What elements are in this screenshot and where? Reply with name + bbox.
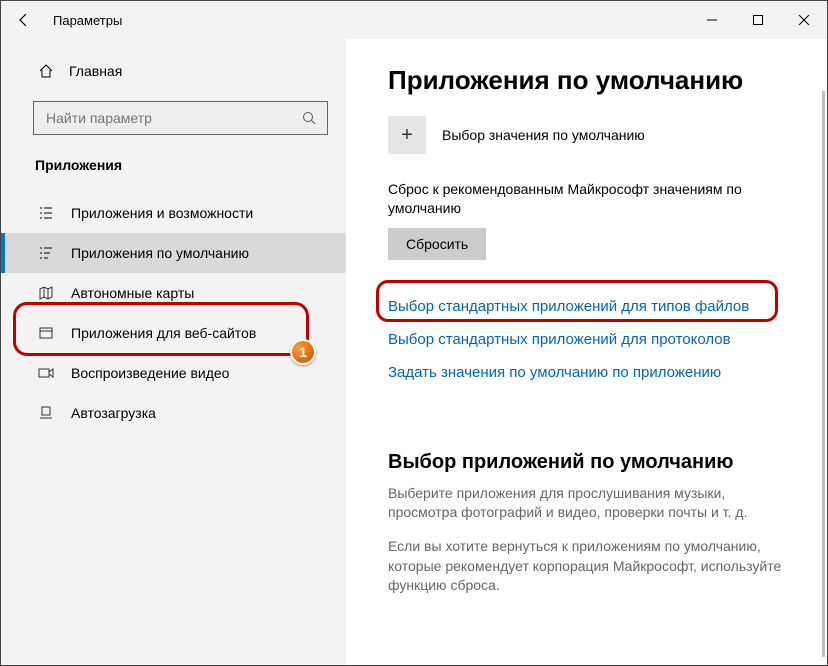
- back-button[interactable]: [1, 12, 47, 28]
- link-default-apps-by-app[interactable]: Задать значения по умолчанию по приложен…: [388, 356, 827, 389]
- scrollbar[interactable]: [822, 91, 825, 657]
- plus-icon: +: [401, 124, 413, 147]
- sidebar-section-header: Приложения: [1, 135, 346, 179]
- sidebar-item-startup[interactable]: Автозагрузка: [1, 393, 346, 433]
- startup-icon: [37, 405, 55, 421]
- sidebar-home-label: Главная: [69, 63, 122, 79]
- maximize-button[interactable]: [735, 1, 781, 39]
- reset-button[interactable]: Сбросить: [388, 228, 486, 260]
- search-icon: [301, 110, 317, 126]
- link-default-apps-by-protocol[interactable]: Выбор стандартных приложений для протоко…: [388, 323, 827, 356]
- video-icon: [37, 365, 55, 381]
- search-input[interactable]: [44, 109, 301, 127]
- choose-default-label: Выбор значения по умолчанию: [442, 127, 645, 143]
- choose-default-button[interactable]: +: [388, 116, 426, 154]
- home-icon: [37, 63, 55, 79]
- subtext-2: Если вы хотите вернуться к приложениям п…: [388, 537, 788, 596]
- window-title: Параметры: [47, 13, 122, 28]
- defaults-icon: [37, 245, 55, 261]
- website-icon: [37, 325, 55, 341]
- sidebar-item-label: Автозагрузка: [71, 405, 156, 421]
- minimize-button[interactable]: [689, 1, 735, 39]
- close-button[interactable]: [781, 1, 827, 39]
- sidebar-item-label: Приложения по умолчанию: [71, 245, 249, 261]
- sidebar-item-apps-features[interactable]: Приложения и возможности: [1, 193, 346, 233]
- subheading: Выбор приложений по умолчанию: [388, 451, 827, 474]
- sidebar: Главная Приложения Приложения и возможно…: [1, 39, 346, 665]
- reset-description: Сброс к рекомендованным Майкрософт значе…: [388, 180, 768, 218]
- sidebar-home[interactable]: Главная: [1, 57, 346, 85]
- link-default-apps-by-filetype[interactable]: Выбор стандартных приложений для типов ф…: [388, 290, 827, 323]
- sidebar-item-apps-websites[interactable]: Приложения для веб-сайтов: [1, 313, 346, 353]
- sidebar-item-video-playback[interactable]: Воспроизведение видео: [1, 353, 346, 393]
- subtext-1: Выберите приложения для прослушивания му…: [388, 484, 788, 523]
- title-bar: Параметры: [1, 1, 827, 39]
- sidebar-item-label: Приложения для веб-сайтов: [71, 325, 256, 341]
- sidebar-item-label: Воспроизведение видео: [71, 365, 229, 381]
- sidebar-item-default-apps[interactable]: Приложения по умолчанию: [1, 233, 346, 273]
- sidebar-item-offline-maps[interactable]: Автономные карты: [1, 273, 346, 313]
- page-heading: Приложения по умолчанию: [388, 65, 827, 96]
- main-panel: Приложения по умолчанию + Выбор значения…: [346, 39, 827, 665]
- list-icon: [37, 205, 55, 221]
- map-icon: [37, 285, 55, 301]
- search-input-wrap[interactable]: [33, 101, 328, 135]
- sidebar-item-label: Автономные карты: [71, 285, 194, 301]
- sidebar-item-label: Приложения и возможности: [71, 205, 253, 221]
